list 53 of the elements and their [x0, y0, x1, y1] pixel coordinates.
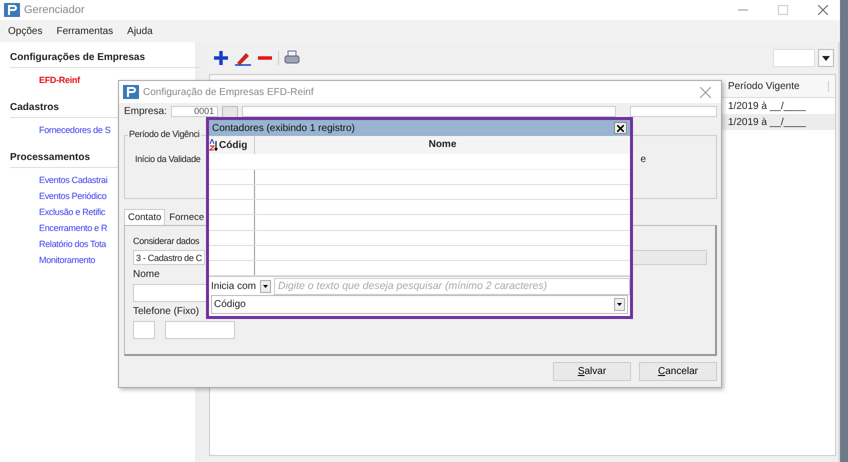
phone-field[interactable]	[165, 321, 235, 339]
tab[interactable]: Fornece	[165, 209, 208, 225]
sidebar-item[interactable]: Relatório dos Tota	[39, 239, 106, 252]
close-icon[interactable]	[818, 5, 828, 15]
sidebar-item[interactable]: Eventos Cadastrai	[39, 175, 108, 188]
sort-icon	[209, 139, 218, 151]
menu-item[interactable]: Ferramentas	[54, 26, 116, 36]
sidebar-item[interactable]: Eventos Periódico	[39, 191, 106, 204]
pencil-icon[interactable]	[234, 50, 252, 66]
field-label: e	[640, 154, 646, 165]
field-label: Nome	[133, 269, 160, 280]
menu-item[interactable]: Ajuda	[125, 26, 155, 36]
text-field[interactable]	[631, 250, 707, 265]
company-name-field[interactable]	[242, 106, 616, 117]
close-icon	[617, 124, 624, 132]
field-label: Início da Validade	[135, 154, 200, 165]
column-header[interactable]: Período Vigente	[724, 80, 829, 92]
registration-field[interactable]	[630, 106, 717, 117]
table-cell-text: 1/2019 à __/____	[727, 116, 807, 128]
save-button[interactable]: Salvar	[553, 362, 631, 381]
tab[interactable]: Contato	[124, 209, 166, 225]
cancel-button[interactable]: Cancelar	[639, 362, 717, 381]
section-heading: Configurações de Empresas	[10, 50, 200, 68]
caret-icon	[822, 56, 830, 60]
company-code-field[interactable]: 0001	[170, 106, 218, 117]
area-code-field[interactable]	[133, 321, 155, 339]
field-label: Considerar dados	[133, 236, 200, 246]
group-title: Período de Vigênci	[128, 129, 200, 139]
app-logo-icon	[123, 85, 139, 99]
dialog-title: Configuração de Empresas EFD-Reinf	[143, 86, 314, 98]
sidebar-item[interactable]: EFD-Reinf	[39, 75, 80, 88]
column-header[interactable]: Códig	[209, 136, 255, 154]
sidebar-item[interactable]: Monitoramento	[39, 255, 96, 268]
printer-icon[interactable]	[284, 50, 300, 66]
caret-icon	[263, 284, 268, 288]
window-title: Gerenciador	[24, 4, 85, 16]
close-icon[interactable]	[700, 86, 711, 98]
match-mode-dropdown[interactable]: Inicia com	[209, 280, 272, 292]
add-icon[interactable]	[213, 50, 229, 66]
column-header[interactable]: Nome	[255, 136, 630, 154]
sidebar-item[interactable]: Encerramento e R	[39, 223, 108, 236]
field-label: Empresa:	[124, 106, 167, 117]
menu-item[interactable]: Opções	[6, 26, 44, 36]
sidebar-item[interactable]: Fornecedores de S	[39, 125, 110, 138]
close-button[interactable]	[614, 122, 627, 134]
table-cell-text: 1/2019 à __/____	[727, 100, 807, 112]
search-field[interactable]: Digite o texto que deseja pesquisar (mínimo 2 caracteres)	[274, 278, 630, 294]
sidebar-item[interactable]: Exclusão e Retific	[39, 207, 106, 220]
field-label: Telefone (Fixo)	[133, 306, 200, 317]
dialog-title: Contadores (exibindo 1 registro)	[212, 122, 355, 134]
data-source-dropdown[interactable]: 3 - Cadastro de C	[133, 250, 205, 265]
app-logo-icon	[4, 3, 20, 17]
search-by-dropdown[interactable]: Código	[211, 295, 628, 314]
